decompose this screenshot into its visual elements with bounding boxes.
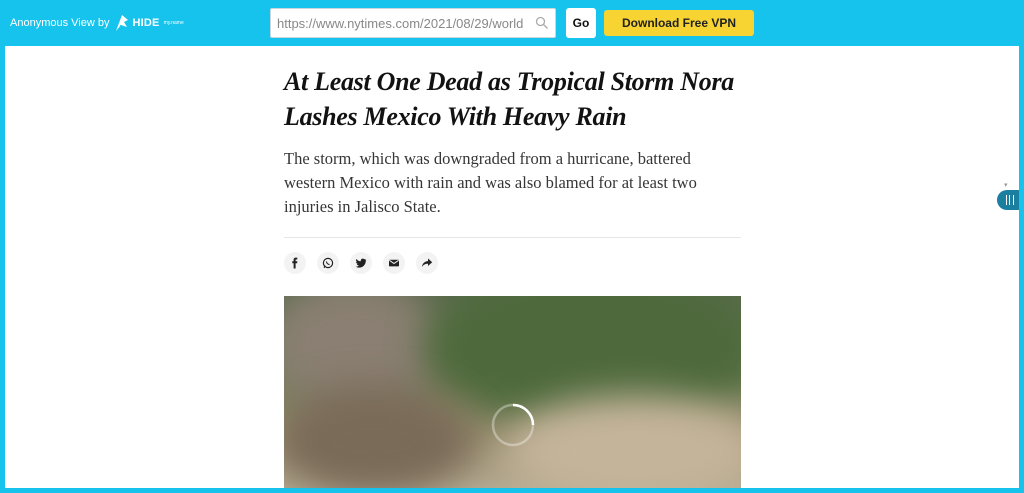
twitter-share-button[interactable] (350, 252, 372, 274)
logo-mark-icon (116, 15, 129, 32)
whatsapp-share-button[interactable] (317, 252, 339, 274)
grip-icon (1006, 195, 1014, 205)
twitter-icon (355, 258, 367, 268)
logo-text: HIDE (132, 17, 160, 29)
image-blur-region (284, 386, 474, 488)
more-share-button[interactable] (416, 252, 438, 274)
download-vpn-button[interactable]: Download Free VPN (604, 10, 754, 36)
divider (284, 237, 741, 238)
bottom-border (0, 488, 1024, 493)
url-input[interactable] (277, 9, 529, 37)
sidebar-toggle-tab[interactable] (997, 190, 1019, 210)
proxy-brand[interactable]: Anonymous View by HIDE my.name (10, 12, 184, 34)
logo-superscript: my.name (163, 20, 184, 26)
search-icon[interactable] (535, 16, 549, 30)
whatsapp-icon (322, 257, 334, 269)
proxied-page-frame: At Least One Dead as Tropical Storm Nora… (5, 46, 1019, 488)
scroll-indicator: ▾ (1004, 182, 1008, 189)
email-icon (389, 259, 399, 267)
proxy-toolbar: Anonymous View by HIDEmy.name Go Downloa… (0, 0, 1024, 46)
article-headline: At Least One Dead as Tropical Storm Nora… (284, 67, 734, 131)
facebook-icon (292, 257, 298, 269)
article-summary: The storm, which was downgraded from a h… (284, 149, 697, 216)
loading-spinner-icon (491, 403, 535, 447)
go-button[interactable]: Go (566, 8, 596, 38)
url-bar (270, 8, 556, 38)
facebook-share-button[interactable] (284, 252, 306, 274)
brand-label: Anonymous View by (10, 17, 110, 29)
email-share-button[interactable] (383, 252, 405, 274)
article-lead-image (284, 296, 741, 488)
share-tools (284, 252, 438, 274)
hide-my-name-logo: HIDE my.name (115, 14, 184, 32)
share-arrow-icon (421, 258, 433, 267)
